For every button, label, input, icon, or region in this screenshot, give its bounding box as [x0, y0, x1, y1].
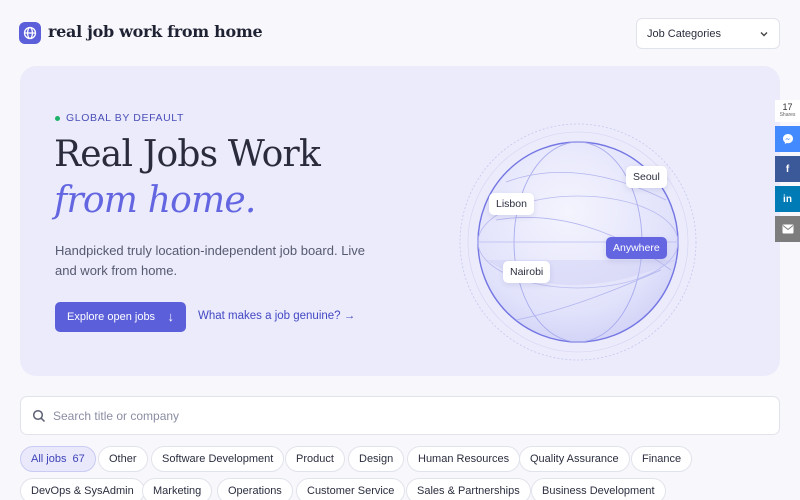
share-count-label: Shares: [779, 112, 796, 118]
messenger-share-button[interactable]: [775, 126, 800, 152]
linkedin-icon: in: [783, 193, 792, 205]
globe-tag-lisbon: Lisbon: [489, 193, 534, 215]
email-share-button[interactable]: [775, 216, 800, 242]
chip-finance[interactable]: Finance: [631, 446, 693, 472]
explore-jobs-label: Explore open jobs: [67, 311, 156, 323]
chip-other[interactable]: Other: [98, 446, 148, 472]
search-icon: [32, 409, 46, 423]
globe-logo-icon[interactable]: [19, 22, 41, 44]
chip-customer-service[interactable]: Customer Service: [296, 478, 406, 500]
globe-tag-seoul: Seoul: [626, 166, 667, 188]
share-count: 17 Shares: [775, 100, 800, 122]
facebook-share-button[interactable]: f: [775, 156, 800, 182]
globe-tag-nairobi: Nairobi: [503, 261, 551, 283]
chip-software-development[interactable]: Software Development: [151, 446, 285, 472]
email-icon: [782, 224, 793, 234]
chip-design[interactable]: Design: [348, 446, 405, 472]
search-input[interactable]: [53, 405, 753, 427]
chip-quality-assurance[interactable]: Quality Assurance: [519, 446, 630, 472]
chip-product[interactable]: Product: [285, 446, 345, 472]
chip-business-development[interactable]: Business Development: [531, 478, 666, 500]
genuine-job-link[interactable]: What makes a job genuine? →: [198, 310, 355, 322]
site-header: real job work from home Job Categories: [0, 0, 800, 66]
chip-sales-partnerships[interactable]: Sales & Partnerships: [406, 478, 531, 500]
brand-name[interactable]: real job work from home: [48, 22, 263, 41]
chip-marketing[interactable]: Marketing: [142, 478, 213, 500]
job-search-box[interactable]: [20, 396, 780, 435]
job-categories-select[interactable]: Job Categories: [636, 18, 780, 49]
status-dot-icon: [55, 115, 60, 121]
arrow-down-icon: ↓: [167, 309, 175, 324]
share-rail: 17 Shares f in: [775, 100, 800, 242]
chevron-down-icon: [760, 32, 768, 37]
chip-devops-sysadmin[interactable]: DevOps & SysAdmin: [20, 478, 145, 500]
chip-all-jobs-count: 67: [72, 453, 85, 465]
chip-all-jobs[interactable]: All jobs 67: [20, 446, 96, 472]
hero-kicker-label: GLOBAL BY DEFAULT: [66, 112, 184, 124]
explore-jobs-button[interactable]: Explore open jobs ↓: [55, 302, 186, 332]
chip-all-jobs-label: All jobs: [31, 453, 67, 465]
facebook-icon: f: [785, 163, 790, 175]
hero-title-line1: Real Jobs Work: [54, 134, 321, 175]
job-categories-label: Job Categories: [647, 27, 721, 40]
share-count-number: 17: [782, 102, 793, 112]
chip-operations[interactable]: Operations: [217, 478, 293, 500]
hero-title-line2: from home.: [54, 180, 256, 221]
globe-tag-anywhere: Anywhere: [606, 237, 667, 259]
hero-kicker: GLOBAL BY DEFAULT: [55, 112, 184, 124]
messenger-icon: [782, 134, 793, 144]
hero-section: GLOBAL BY DEFAULT Real Jobs Work from ho…: [20, 66, 780, 376]
linkedin-share-button[interactable]: in: [775, 186, 800, 212]
chip-human-resources[interactable]: Human Resources: [407, 446, 521, 472]
hero-description: Handpicked truly location-independent jo…: [55, 243, 366, 278]
